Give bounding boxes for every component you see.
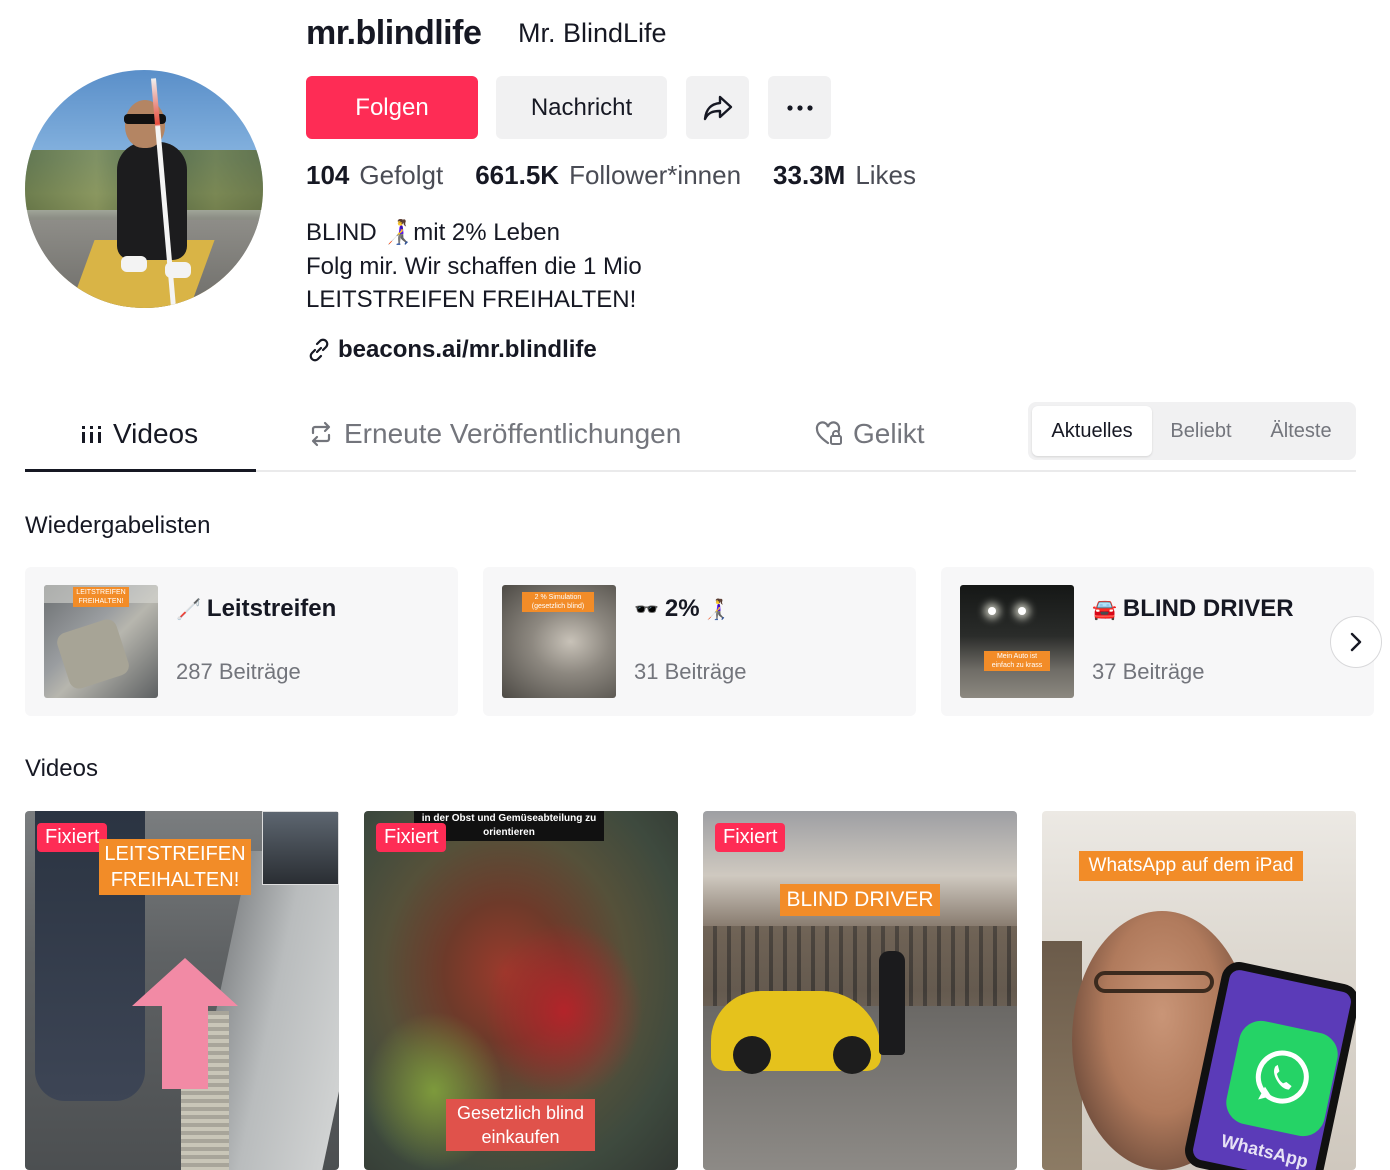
bio-line: Folg mir. Wir schaffen die 1 Mio	[306, 252, 642, 280]
tab-reposts[interactable]: Erneute Veröffentlichungen	[308, 418, 681, 450]
pinned-badge: Fixiert	[715, 823, 786, 852]
profile-stats: 104 Gefolgt 661.5K Follower*innen 33.3M …	[306, 160, 948, 191]
playlist-thumbnail: 2 % Simulation (gesetzlich blind)	[502, 585, 616, 698]
bio-line: BLIND 👩‍🦯mit 2% Leben	[306, 219, 560, 246]
sunglasses-emoji: 🕶️	[634, 598, 659, 621]
sort-oldest[interactable]: Älteste	[1250, 406, 1352, 456]
link-icon	[309, 338, 329, 362]
pinned-badge: Fixiert	[37, 823, 108, 852]
playlists-next-button[interactable]	[1330, 616, 1382, 668]
grid-icon	[82, 426, 101, 443]
active-tab-indicator	[25, 469, 256, 472]
playlist-thumbnail: LEITSTREIFEN FREIHALTEN!	[44, 585, 158, 698]
playlist-title-text: 2%	[664, 595, 700, 622]
arrow-up-graphic	[132, 958, 238, 1089]
video-label: Gesetzlich blind einkaufen	[446, 1099, 595, 1151]
playlist-card[interactable]: LEITSTREIFEN FREIHALTEN! 🦯 Leitstreifen …	[25, 567, 458, 716]
pinned-badge: Fixiert	[376, 823, 447, 852]
thumbnail-caption: 2 % Simulation (gesetzlich blind)	[522, 592, 594, 612]
profile-link-text: beacons.ai/mr.blindlife	[338, 336, 597, 363]
video-card[interactable]: Fixiert BLIND DRIVER	[703, 811, 1017, 1170]
profile-bio: BLIND 👩‍🦯mit 2% Leben Folg mir. Wir scha…	[306, 216, 642, 317]
followers-stat[interactable]: 661.5K Follower*innen	[475, 160, 741, 191]
follow-button[interactable]: Folgen	[306, 76, 478, 139]
likes-count: 33.3M	[773, 160, 846, 190]
profile-username: mr.blindlife	[306, 14, 482, 52]
cane-emoji: 🦯	[176, 598, 201, 621]
playlist-card[interactable]: 2 % Simulation (gesetzlich blind) 🕶️ 2% …	[483, 567, 916, 716]
video-card[interactable]: in der Obst und Gemüseabteilung zu orien…	[364, 811, 678, 1170]
tab-reposts-label: Erneute Veröffentlichungen	[344, 418, 682, 449]
more-options-button[interactable]	[768, 76, 831, 139]
playlist-count: 31 Beiträge	[634, 659, 747, 684]
message-button[interactable]: Nachricht	[496, 76, 667, 139]
tab-liked[interactable]: Gelikt	[815, 418, 925, 450]
profile-avatar[interactable]	[25, 70, 263, 308]
following-count: 104	[306, 160, 350, 190]
tab-videos[interactable]: Videos	[81, 418, 198, 450]
playlist-title-text: Leitstreifen	[206, 595, 337, 622]
sort-popular[interactable]: Beliebt	[1152, 406, 1250, 456]
followers-count: 661.5K	[475, 160, 560, 190]
tab-liked-label: Gelikt	[853, 418, 925, 449]
heart-lock-icon	[815, 421, 842, 445]
repost-icon	[311, 421, 331, 447]
following-label: Gefolgt	[359, 160, 444, 190]
following-stat[interactable]: 104 Gefolgt	[306, 160, 443, 191]
chevron-right-icon	[1350, 632, 1362, 652]
car-emoji: 🚘	[1092, 598, 1117, 621]
video-card[interactable]: WhatsApp WhatsApp auf dem iPad	[1042, 811, 1356, 1170]
video-label: LEITSTREIFEN FREIHALTEN!	[99, 839, 251, 895]
playlist-title: 🕶️ 2% 👩‍🦯	[634, 595, 729, 623]
share-button[interactable]	[686, 76, 749, 139]
videos-heading: Videos	[25, 755, 98, 782]
playlist-title-text: BLIND DRIVER	[1122, 595, 1294, 622]
thumbnail-caption: Mein Auto ist einfach zu krass	[984, 651, 1050, 671]
likes-label: Likes	[855, 160, 917, 190]
profile-link[interactable]: beacons.ai/mr.blindlife	[306, 336, 597, 364]
playlist-title: 🚘 BLIND DRIVER	[1092, 595, 1294, 623]
share-icon	[703, 95, 732, 120]
followers-label: Follower*innen	[569, 160, 742, 190]
thumbnail-caption: LEITSTREIFEN FREIHALTEN!	[73, 587, 129, 607]
bio-line: LEITSTREIFEN FREIHALTEN!	[306, 286, 637, 313]
tab-videos-label: Videos	[113, 418, 199, 449]
playlist-title: 🦯 Leitstreifen	[176, 595, 336, 623]
video-label: WhatsApp auf dem iPad	[1079, 851, 1303, 881]
sort-segmented-control: Aktuelles Beliebt Älteste	[1028, 402, 1356, 460]
playlist-count: 287 Beiträge	[176, 659, 301, 684]
likes-stat: 33.3M Likes	[773, 160, 916, 191]
video-label: BLIND DRIVER	[780, 884, 940, 916]
more-dots-icon	[786, 104, 813, 111]
video-card[interactable]: Fixiert LEITSTREIFEN FREIHALTEN!	[25, 811, 339, 1170]
blind-person-emoji: 👩‍🦯	[703, 598, 729, 621]
playlists-heading: Wiedergabelisten	[25, 512, 211, 539]
playlist-card[interactable]: Mein Auto ist einfach zu krass 🚘 BLIND D…	[941, 567, 1374, 716]
playlist-thumbnail: Mein Auto ist einfach zu krass	[960, 585, 1074, 698]
sort-latest[interactable]: Aktuelles	[1032, 406, 1152, 456]
profile-nickname: Mr. BlindLife	[518, 18, 667, 48]
playlist-count: 37 Beiträge	[1092, 659, 1205, 684]
